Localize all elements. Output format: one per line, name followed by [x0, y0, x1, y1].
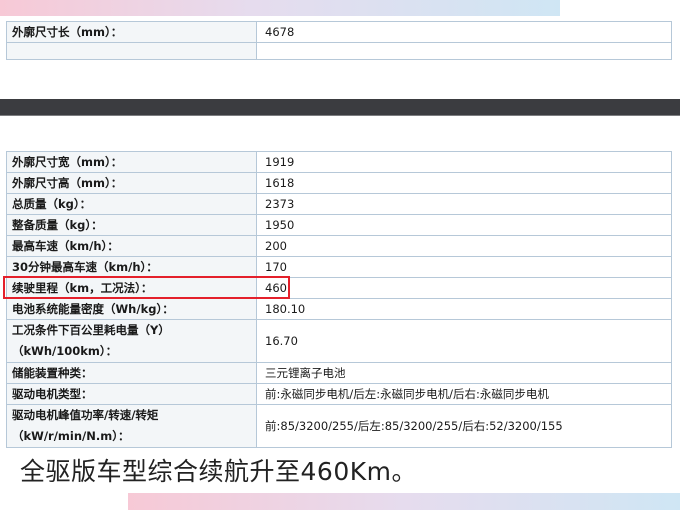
spec-label-empty: [6, 42, 257, 60]
spec-table-main: 外廓尺寸宽（mm）： 1919 外廓尺寸高（mm）： 1618 总质量（kg）：…: [6, 151, 672, 448]
spec-label: 驱动电机类型：: [6, 383, 257, 405]
spec-label: 最高车速（km/h）：: [6, 235, 257, 257]
table-row: 工况条件下百公里耗电量（Y）（kWh/100km）： 16.70: [6, 319, 672, 363]
table-row: 驱动电机类型： 前:永磁同步电机/后左:永磁同步电机/后右:永磁同步电机: [6, 383, 672, 405]
spec-label: 驱动电机峰值功率/转速/转矩（kW/r/min/N.m）：: [6, 404, 257, 448]
table-row: 外廓尺寸长（mm）： 4678: [6, 21, 672, 43]
spec-label: 储能装置种类：: [6, 362, 257, 384]
spec-value: 4678: [256, 21, 672, 43]
spec-label-range: 续驶里程（km，工况法）：: [6, 277, 257, 299]
table-row: 电池系统能量密度（Wh/kg）： 180.10: [6, 298, 672, 320]
spec-label: 整备质量（kg）：: [6, 214, 257, 236]
table-row-range: 续驶里程（km，工况法）： 460: [6, 277, 672, 299]
table-row: 整备质量（kg）： 1950: [6, 214, 672, 236]
table-row: [6, 42, 672, 60]
spec-value: 200: [256, 235, 672, 257]
spec-label: 外廓尺寸长（mm）：: [6, 21, 257, 43]
spec-value: 前:85/3200/255/后左:85/3200/255/后右:52/3200/…: [256, 404, 672, 448]
spec-label: 总质量（kg）：: [6, 193, 257, 215]
spec-label: 30分钟最高车速（km/h）：: [6, 256, 257, 278]
spec-value: 三元锂离子电池: [256, 362, 672, 384]
table-row: 总质量（kg）： 2373: [6, 193, 672, 215]
spec-label: 电池系统能量密度（Wh/kg）：: [6, 298, 257, 320]
spec-value: 2373: [256, 193, 672, 215]
spec-value: 180.10: [256, 298, 672, 320]
caption-text: 全驱版车型综合续航升至460Km。: [20, 457, 417, 486]
spec-value-range: 460: [256, 277, 672, 299]
table-row: 储能装置种类： 三元锂离子电池: [6, 362, 672, 384]
table-row: 外廓尺寸高（mm）： 1618: [6, 172, 672, 194]
table-row: 30分钟最高车速（km/h）： 170: [6, 256, 672, 278]
spec-value: 1919: [256, 151, 672, 173]
spec-value: 1950: [256, 214, 672, 236]
bottom-decorative-gradient: [128, 493, 680, 510]
table-row: 外廓尺寸宽（mm）： 1919: [6, 151, 672, 173]
spec-value: 前:永磁同步电机/后左:永磁同步电机/后右:永磁同步电机: [256, 383, 672, 405]
top-decorative-gradient: [0, 0, 560, 16]
spec-label: 外廓尺寸高（mm）：: [6, 172, 257, 194]
table-row: 最高车速（km/h）： 200: [6, 235, 672, 257]
spec-value-empty: [256, 42, 672, 60]
table-row: 驱动电机峰值功率/转速/转矩（kW/r/min/N.m）： 前:85/3200/…: [6, 404, 672, 448]
spec-value: 16.70: [256, 319, 672, 363]
spec-value: 1618: [256, 172, 672, 194]
spec-table-top: 外廓尺寸长（mm）： 4678: [6, 21, 672, 60]
spec-value: 170: [256, 256, 672, 278]
spec-label: 工况条件下百公里耗电量（Y）（kWh/100km）：: [6, 319, 257, 363]
image-divider-band: [0, 99, 680, 116]
spec-label: 外廓尺寸宽（mm）：: [6, 151, 257, 173]
